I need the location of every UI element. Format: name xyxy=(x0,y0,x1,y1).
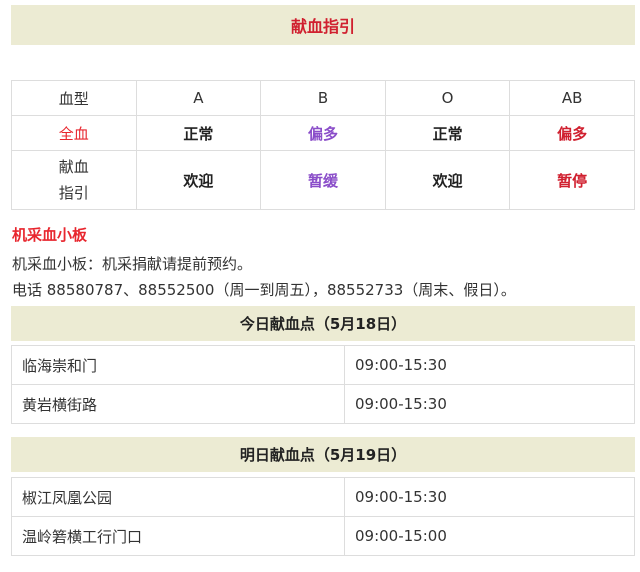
blood-type-b: B xyxy=(260,80,386,116)
guide-a: 欢迎 xyxy=(135,150,262,210)
whole-blood-ab: 偏多 xyxy=(509,115,635,151)
blood-type-ab: AB xyxy=(509,80,635,116)
whole-blood-label: 全血 xyxy=(11,115,137,151)
table-row: 黄岩横街路 09:00-15:30 xyxy=(11,384,635,424)
tomorrow-sites-heading: 明日献血点（5月19日） xyxy=(11,437,635,472)
page-title: 献血指引 xyxy=(290,17,355,36)
whole-blood-o: 正常 xyxy=(384,115,511,151)
guide-b: 暂缓 xyxy=(260,150,386,210)
table-row: 温岭箬横工行门口 09:00-15:00 xyxy=(11,516,635,556)
page-title-banner: 献血指引 xyxy=(11,5,635,45)
platelet-note: 机采血小板：机采捐献请提前预约。 xyxy=(12,255,253,273)
platelet-title: 机采血小板 xyxy=(12,226,88,244)
whole-blood-a: 正常 xyxy=(135,115,262,151)
site-time: 09:00-15:30 xyxy=(344,384,635,424)
donation-guide-label-line1: 献血 xyxy=(58,158,89,176)
table-row: 临海崇和门 09:00-15:30 xyxy=(11,345,635,385)
table-row: 全血 正常 偏多 正常 偏多 xyxy=(11,115,635,151)
table-row: 血型 A B O AB xyxy=(11,80,635,116)
tomorrow-sites-table: 椒江凤凰公园 09:00-15:30 温岭箬横工行门口 09:00-15:00 xyxy=(11,477,635,556)
guide-o: 欢迎 xyxy=(384,150,511,210)
site-name: 临海崇和门 xyxy=(11,345,345,385)
blood-type-header-label: 血型 xyxy=(11,80,137,116)
today-sites-table: 临海崇和门 09:00-15:30 黄岩横街路 09:00-15:30 xyxy=(11,345,635,424)
today-sites-heading: 今日献血点（5月18日） xyxy=(11,306,635,341)
whole-blood-b: 偏多 xyxy=(260,115,386,151)
site-name: 温岭箬横工行门口 xyxy=(11,516,345,556)
guide-ab: 暂停 xyxy=(509,150,635,210)
donation-guide-label: 献血 指引 xyxy=(11,150,137,210)
blood-type-a: A xyxy=(135,80,262,116)
site-name: 椒江凤凰公园 xyxy=(11,477,345,517)
donation-guide-label-line2: 指引 xyxy=(58,184,89,202)
table-row: 献血 指引 欢迎 暂缓 欢迎 暂停 xyxy=(11,150,635,210)
table-row: 椒江凤凰公园 09:00-15:30 xyxy=(11,477,635,517)
platelet-phone: 电话 88580787、88552500（周一到周五），88552733（周末、… xyxy=(12,281,516,299)
blood-type-table: 血型 A B O AB 全血 正常 偏多 正常 偏多 献血 指引 欢迎 暂缓 欢… xyxy=(11,80,635,210)
site-time: 09:00-15:30 xyxy=(344,345,635,385)
site-time: 09:00-15:30 xyxy=(344,477,635,517)
today-sites-title: 今日献血点（5月18日） xyxy=(239,315,407,333)
blood-type-o: O xyxy=(384,80,511,116)
site-name: 黄岩横街路 xyxy=(11,384,345,424)
tomorrow-sites-title: 明日献血点（5月19日） xyxy=(239,446,407,464)
site-time: 09:00-15:00 xyxy=(344,516,635,556)
